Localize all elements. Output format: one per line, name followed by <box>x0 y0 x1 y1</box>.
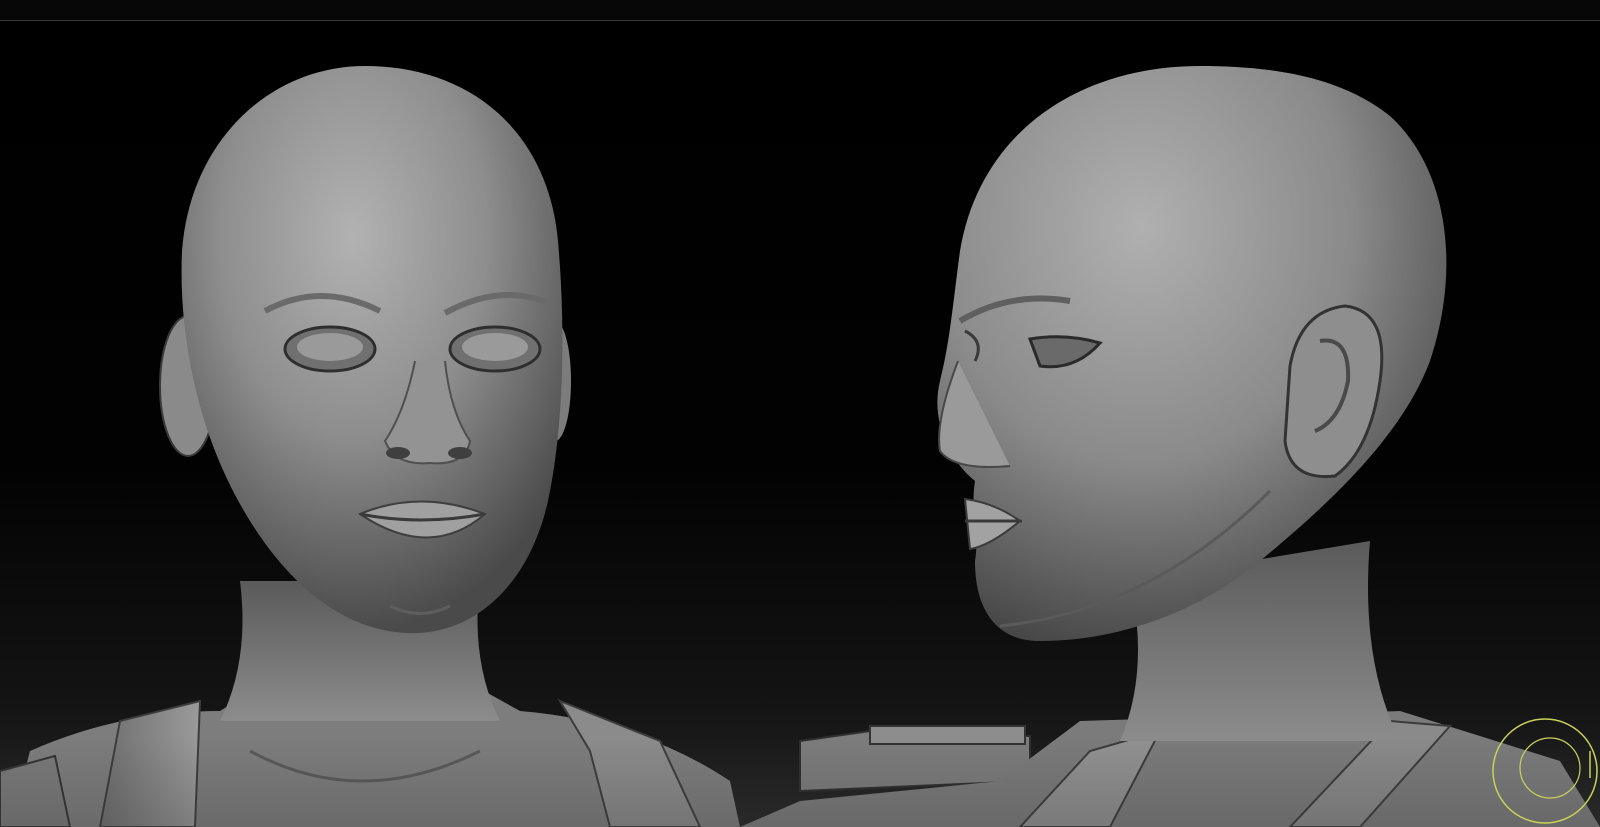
front-strap-left <box>98 699 202 827</box>
side-view-model[interactable] <box>740 66 1600 827</box>
3d-viewport[interactable] <box>0 21 1600 827</box>
top-toolbar <box>0 0 1600 21</box>
front-view-model[interactable] <box>0 66 740 827</box>
sculpt-canvas[interactable] <box>0 21 1600 827</box>
